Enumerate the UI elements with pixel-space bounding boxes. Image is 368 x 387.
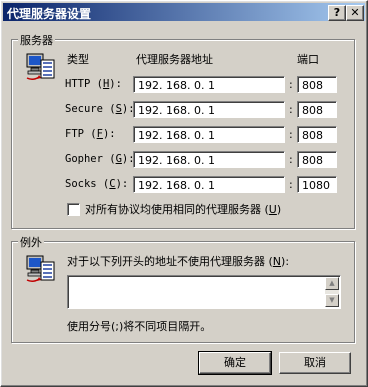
server-address-input[interactable]: 192. 168. 0. 1 bbox=[133, 101, 285, 118]
network-computer-icon bbox=[26, 53, 55, 81]
server-row-label-text: FTP bbox=[65, 128, 84, 140]
server-address-input[interactable]: 192. 168. 0. 1 bbox=[133, 76, 285, 93]
server-row-accel: F bbox=[96, 128, 103, 140]
port-separator: : bbox=[289, 103, 293, 116]
server-row-label: FTP (F): bbox=[65, 128, 116, 140]
server-row-label-text: HTTP bbox=[65, 78, 91, 90]
server-address-input[interactable]: 192. 168. 0. 1 bbox=[133, 151, 285, 168]
close-button[interactable]: ✕ bbox=[346, 5, 364, 21]
exceptions-prompt-text: 对于以下列开头的地址不使用代理服务器 bbox=[67, 255, 265, 268]
server-row-label-text: Gopher bbox=[65, 153, 103, 165]
help-button[interactable]: ? bbox=[328, 5, 346, 21]
port-separator: : bbox=[289, 128, 293, 141]
proxy-settings-dialog: 代理服务器设置 ? ✕ 服务器 类型 代理服务器地址 端口 对所有协议均使用相同… bbox=[0, 0, 368, 387]
same-proxy-label[interactable]: 对所有协议均使用相同的代理服务器 (U) bbox=[85, 201, 281, 217]
column-header-address: 代理服务器地址 bbox=[136, 53, 213, 66]
scroll-up-icon[interactable]: ▲ bbox=[325, 277, 339, 290]
same-proxy-checkbox[interactable] bbox=[67, 203, 80, 216]
server-port-input[interactable]: 808 bbox=[297, 151, 337, 168]
exceptions-hint: 使用分号(;)将不同项目隔开。 bbox=[67, 320, 212, 333]
port-separator: : bbox=[289, 78, 293, 91]
cancel-button[interactable]: 取消 bbox=[279, 352, 351, 374]
server-row-accel: C bbox=[109, 178, 116, 190]
exceptions-prompt-accel: N bbox=[272, 255, 282, 268]
dialog-title: 代理服务器设置 bbox=[7, 7, 92, 21]
network-computer-icon-2 bbox=[26, 255, 55, 283]
server-address-input[interactable]: 192. 168. 0. 1 bbox=[133, 176, 285, 193]
column-header-type: 类型 bbox=[67, 53, 89, 66]
exceptions-group-label: 例外 bbox=[18, 234, 44, 250]
ok-button[interactable]: 确定 bbox=[198, 351, 272, 375]
port-separator: : bbox=[289, 178, 293, 191]
exceptions-input[interactable]: ▲ ▼ bbox=[67, 275, 341, 309]
column-header-port: 端口 bbox=[297, 53, 319, 66]
server-row-accel: S bbox=[115, 103, 122, 115]
server-address-input[interactable]: 192. 168. 0. 1 bbox=[133, 126, 285, 143]
same-proxy-accel: U bbox=[268, 203, 277, 216]
server-row-accel: G bbox=[115, 153, 122, 165]
server-port-input[interactable]: 808 bbox=[297, 126, 337, 143]
server-row-label: Secure (S): bbox=[65, 103, 135, 115]
same-proxy-label-text: 对所有协议均使用相同的代理服务器 bbox=[85, 203, 261, 216]
server-row-label-text: Socks bbox=[65, 178, 97, 190]
exceptions-prompt: 对于以下列开头的地址不使用代理服务器 (N): bbox=[67, 255, 290, 268]
servers-group-label: 服务器 bbox=[18, 32, 55, 48]
title-bar[interactable]: 代理服务器设置 ? ✕ bbox=[3, 3, 365, 21]
server-port-input[interactable]: 808 bbox=[297, 76, 337, 93]
port-separator: : bbox=[289, 153, 293, 166]
server-row-label-text: Secure bbox=[65, 103, 103, 115]
server-port-input[interactable]: 808 bbox=[297, 101, 337, 118]
server-row-label: Gopher (G): bbox=[65, 153, 135, 165]
exceptions-scrollbar[interactable]: ▲ ▼ bbox=[325, 277, 339, 307]
server-row-accel: H bbox=[102, 78, 110, 90]
server-row-label: Socks (C): bbox=[65, 178, 129, 190]
server-row-label: HTTP (H): bbox=[65, 78, 122, 90]
scroll-down-icon[interactable]: ▼ bbox=[325, 294, 339, 307]
server-port-input[interactable]: 1080 bbox=[297, 176, 337, 193]
